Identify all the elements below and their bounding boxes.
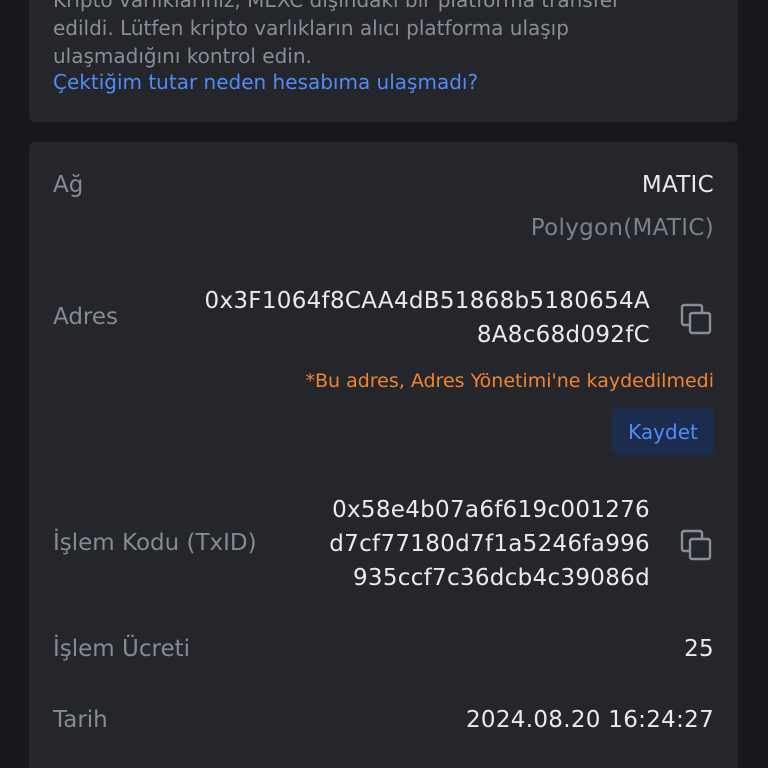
txid-line: d7cf77180d7f1a5246fa996 — [329, 531, 650, 557]
txid-line: 935ccf7c36dcb4c39086d — [352, 565, 650, 591]
fee-label: İşlem Ücreti — [53, 636, 191, 662]
network-value: MATIC — [641, 172, 714, 198]
address-label: Adres — [53, 304, 119, 330]
notice-line: Kripto varlıklarınız, MEXC dışındaki bir… — [53, 0, 621, 12]
notice-line: ulaşmadığını kontrol edin. — [53, 44, 312, 68]
network-label: Ağ — [53, 172, 84, 198]
address-not-saved-warning: *Bu adres, Adres Yönetimi'ne kaydedilmed… — [305, 370, 714, 392]
notice-line: edildi. Lütfen kripto varlıkların alıcı … — [53, 16, 569, 40]
address-line: 0x3F1064f8CAA4dB51868b5180654A — [204, 288, 650, 314]
notice-text: Kripto varlıklarınız, MEXC dışındaki bir… — [53, 0, 693, 70]
address-line: 8A8c68d092fC — [476, 322, 650, 348]
save-address-button[interactable]: Kaydet — [612, 408, 714, 455]
date-label: Tarih — [53, 707, 108, 733]
txid-label: İşlem Kodu (TxID) — [53, 530, 257, 556]
address-value: 0x3F1064f8CAA4dB51868b5180654A 8A8c68d09… — [205, 284, 650, 352]
copy-icon[interactable] — [680, 529, 712, 561]
help-link[interactable]: Çektiğim tutar neden hesabıma ulaşmadı? — [53, 68, 478, 96]
withdrawal-detail-page: Kripto varlıklarınız, MEXC dışındaki bir… — [0, 0, 768, 768]
txid-line: 0x58e4b07a6f619c001276 — [332, 497, 650, 523]
network-full-name: Polygon(MATIC) — [530, 215, 714, 241]
date-value: 2024.08.20 16:24:27 — [466, 707, 714, 733]
txid-value: 0x58e4b07a6f619c001276 d7cf77180d7f1a524… — [329, 493, 650, 595]
copy-icon[interactable] — [680, 303, 712, 335]
fee-value: 25 — [684, 636, 714, 662]
